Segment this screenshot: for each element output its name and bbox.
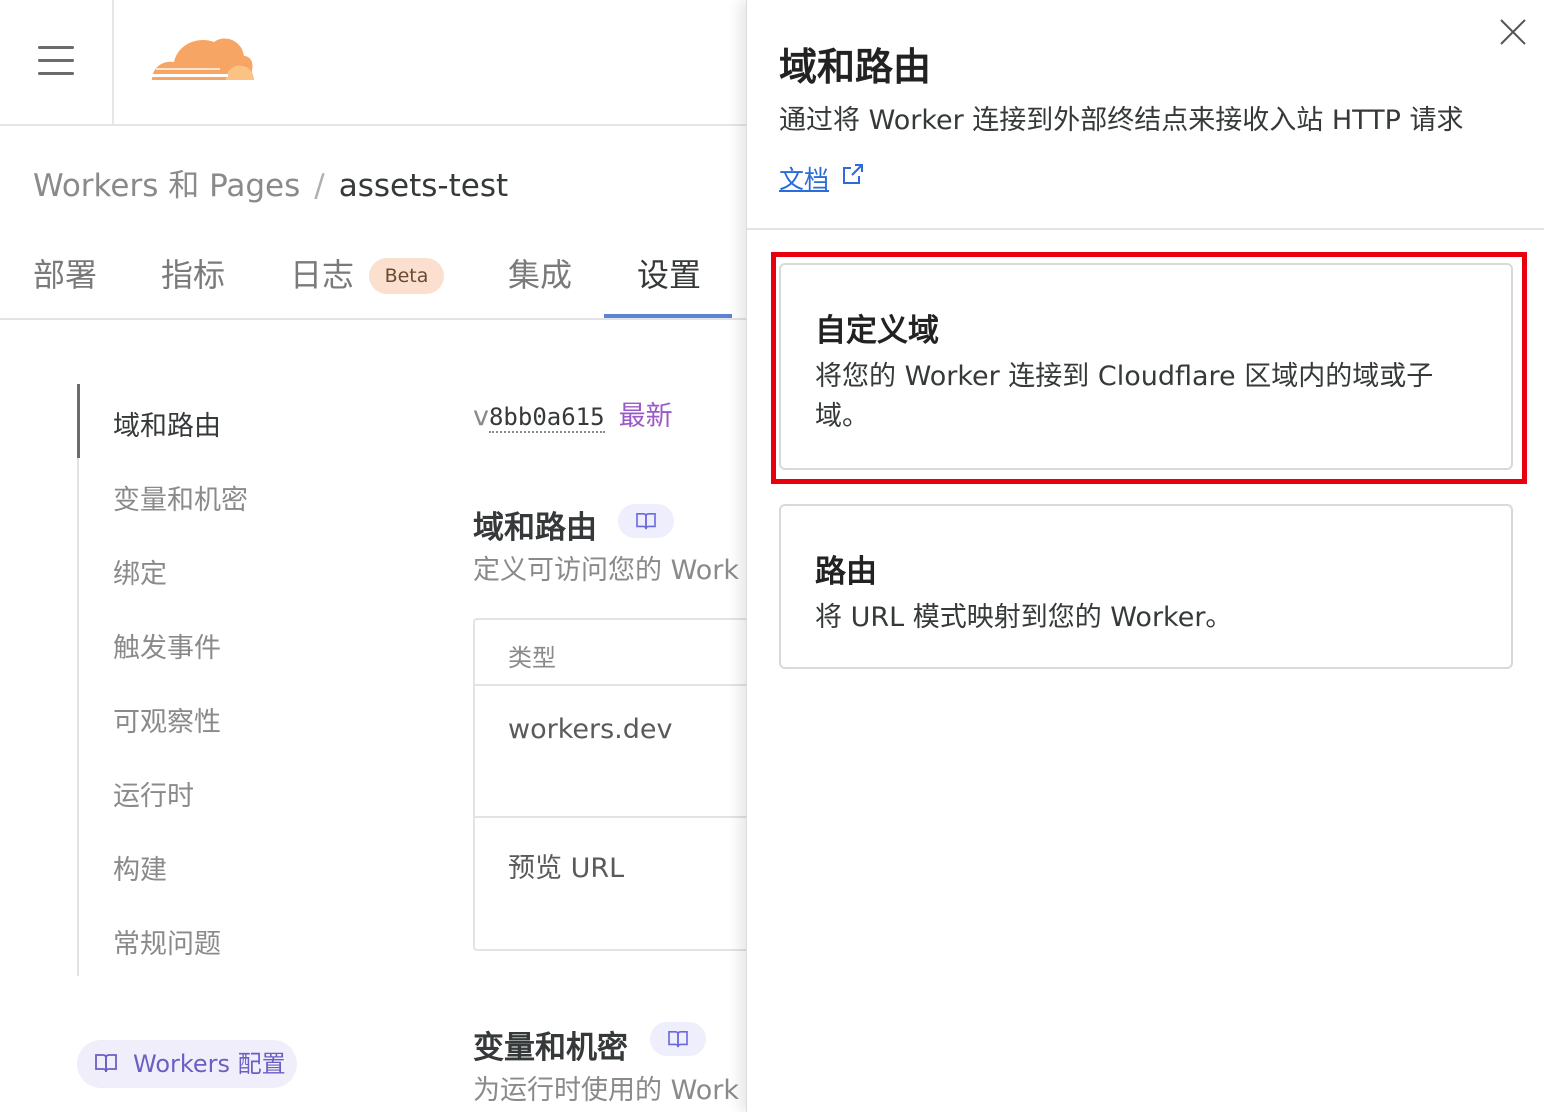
table-cell-type: 预览 URL <box>508 853 625 884</box>
panel-description: 通过将 Worker 连接到外部终结点来接收入站 HTTP 请求 <box>779 105 1464 136</box>
version-hash[interactable]: 8bb0a615 <box>488 403 605 433</box>
documentation-link-label: 文档 <box>779 165 830 194</box>
version-info: v8bb0a615 最新 <box>473 394 673 433</box>
breadcrumb-separator: / <box>314 168 325 204</box>
header-divider <box>112 0 114 126</box>
version-prefix: v <box>473 401 489 432</box>
tab-bar: 部署 指标 日志 Beta 集成 设置 <box>0 228 760 320</box>
sidenav-active-indicator <box>77 384 80 458</box>
sidenav-item-runtime[interactable]: 运行时 <box>113 774 194 813</box>
tab-settings[interactable]: 设置 <box>637 250 701 296</box>
tab-deployments[interactable]: 部署 <box>33 250 97 296</box>
variables-doc-button[interactable] <box>650 1022 706 1056</box>
app-page: Workers 和 Pages / assets-test 部署 指标 日志 Bet… <box>0 0 1544 1112</box>
sidenav-item-domains-routes[interactable]: 域和路由 <box>113 404 221 443</box>
route-description: 将 URL 模式映射到您的 Worker。 <box>815 602 1233 633</box>
domains-section-title: 域和路由 <box>473 510 597 546</box>
domains-table: 类型 workers.dev 预览 URL <box>473 618 793 951</box>
hamburger-menu-icon[interactable] <box>38 46 74 76</box>
table-header-type: 类型 <box>508 644 556 672</box>
sidenav-item-triggers[interactable]: 触发事件 <box>113 626 221 665</box>
panel-title: 域和路由 <box>779 45 932 89</box>
route-title: 路由 <box>815 554 877 590</box>
table-row: 预览 URL <box>475 818 791 950</box>
sidenav-item-variables-secrets[interactable]: 变量和机密 <box>113 478 248 517</box>
highlight-box <box>771 252 1527 484</box>
active-tab-indicator <box>604 314 732 318</box>
book-icon <box>668 1030 688 1048</box>
route-option[interactable]: 路由 将 URL 模式映射到您的 Worker。 <box>779 504 1513 669</box>
table-header: 类型 <box>475 620 791 686</box>
variables-section-title: 变量和机密 <box>473 1030 628 1066</box>
variables-section-subtitle: 为运行时使用的 Work <box>473 1075 739 1106</box>
table-row: workers.dev <box>475 686 791 818</box>
close-icon[interactable] <box>1499 18 1527 46</box>
sidenav-item-observability[interactable]: 可观察性 <box>113 700 221 739</box>
version-latest-tag: 最新 <box>618 401 673 432</box>
sidenav-item-bindings[interactable]: 绑定 <box>113 552 167 591</box>
domains-routes-panel: 域和路由 通过将 Worker 连接到外部终结点来接收入站 HTTP 请求 文档… <box>746 0 1544 1112</box>
breadcrumb-parent-link[interactable]: Workers 和 Pages <box>33 168 300 204</box>
sidenav-item-build[interactable]: 构建 <box>113 848 167 887</box>
tab-logs[interactable]: 日志 <box>290 250 354 296</box>
tab-integrations[interactable]: 集成 <box>508 250 572 296</box>
book-icon <box>636 512 656 530</box>
cloudflare-logo-icon[interactable] <box>146 30 258 86</box>
external-link-icon <box>843 164 863 184</box>
sidenav-item-general[interactable]: 常规问题 <box>113 922 221 961</box>
documentation-link[interactable]: 文档 <box>779 160 863 196</box>
panel-divider <box>747 228 1544 230</box>
workers-config-label: Workers 配置 <box>133 1050 286 1078</box>
breadcrumb-current: assets-test <box>338 168 509 204</box>
tab-metrics[interactable]: 指标 <box>161 250 225 296</box>
table-cell-type: workers.dev <box>508 714 673 745</box>
workers-config-link[interactable]: Workers 配置 <box>77 1040 297 1088</box>
beta-badge: Beta <box>369 258 444 294</box>
breadcrumb: Workers 和 Pages / assets-test <box>33 160 508 205</box>
book-icon <box>95 1054 117 1073</box>
settings-sidenav: 域和路由 变量和机密 绑定 触发事件 可观察性 运行时 构建 常规问题 <box>77 384 377 976</box>
domains-section-subtitle: 定义可访问您的 Work <box>473 555 739 586</box>
domains-doc-button[interactable] <box>618 504 674 538</box>
